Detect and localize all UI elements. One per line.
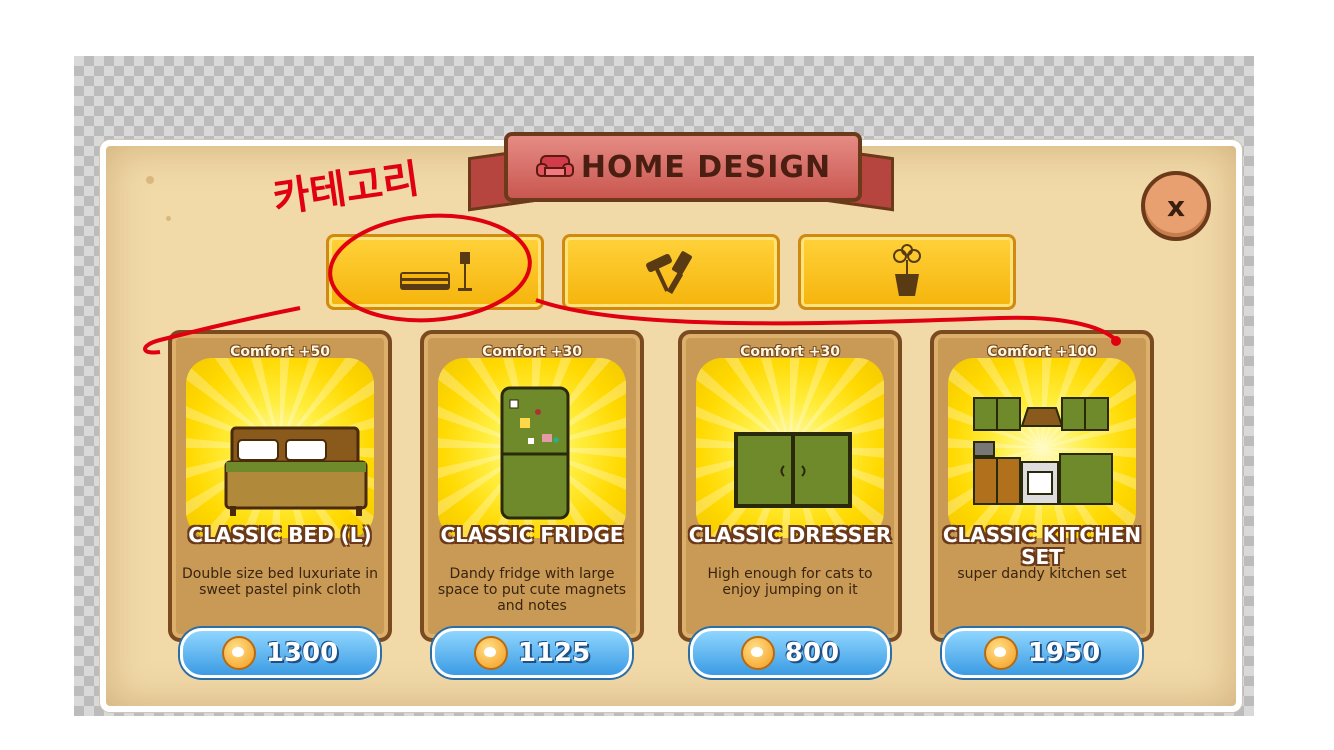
paw-coin-icon (473, 636, 508, 670)
item-description: Double size bed luxuriate in sweet paste… (182, 566, 378, 598)
buy-button-dresser[interactable]: 800 (690, 628, 890, 678)
roller-brush-icon (646, 251, 692, 295)
fridge-icon (500, 386, 570, 520)
item-name: CLASSIC KITCHEN SET (942, 523, 1142, 569)
item-description: High enough for cats to enjoy jumping on… (707, 566, 873, 598)
buy-button-fridge[interactable]: 1125 (432, 628, 632, 678)
item-image (696, 358, 884, 538)
item-card-dresser[interactable]: Comfort +30 CLASSIC DRESSER High enough … (678, 330, 902, 642)
close-button[interactable]: x (1141, 171, 1211, 241)
item-image (186, 358, 374, 538)
item-image (948, 358, 1136, 538)
bed-lamp-icon (400, 252, 472, 291)
paw-coin-icon (221, 636, 256, 670)
item-card-kitchen[interactable]: Comfort +100 CLASSIC KITCHEN SET super d… (930, 330, 1154, 642)
paw-coin-icon (740, 636, 775, 670)
item-name: CLASSIC BED (L) (188, 523, 372, 547)
tab-decor[interactable] (562, 234, 780, 310)
close-icon: x (1166, 189, 1186, 223)
item-image (438, 358, 626, 538)
buy-button-bed[interactable]: 1300 (180, 628, 380, 678)
price-label: 1300 (265, 638, 339, 668)
price-label: 1950 (1027, 638, 1101, 668)
price-label: 800 (784, 638, 840, 668)
item-description: super dandy kitchen set (957, 566, 1127, 582)
buy-button-kitchen[interactable]: 1950 (942, 628, 1142, 678)
page-title: HOME DESIGN (580, 149, 832, 185)
item-card-fridge[interactable]: Comfort +30 CLASSIC FRIDGE Dandy fridge … (420, 330, 644, 642)
price-label: 1125 (517, 638, 591, 668)
flower-pot-icon (893, 244, 921, 296)
item-description: Dandy fridge with large space to put cut… (437, 566, 627, 614)
bed-icon (224, 426, 368, 516)
tab-furniture[interactable] (326, 234, 544, 310)
paw-coin-icon (983, 636, 1018, 670)
title-banner: HOME DESIGN (468, 128, 894, 212)
item-name: CLASSIC DRESSER (688, 523, 892, 547)
item-card-bed[interactable]: Comfort +50 CLASSIC BED (L) Double size … (168, 330, 392, 642)
tab-plants[interactable] (798, 234, 1016, 310)
dresser-icon (734, 432, 852, 508)
item-name: CLASSIC FRIDGE (440, 523, 624, 547)
sofa-icon (535, 155, 574, 177)
kitchen-set-icon (973, 397, 1113, 505)
